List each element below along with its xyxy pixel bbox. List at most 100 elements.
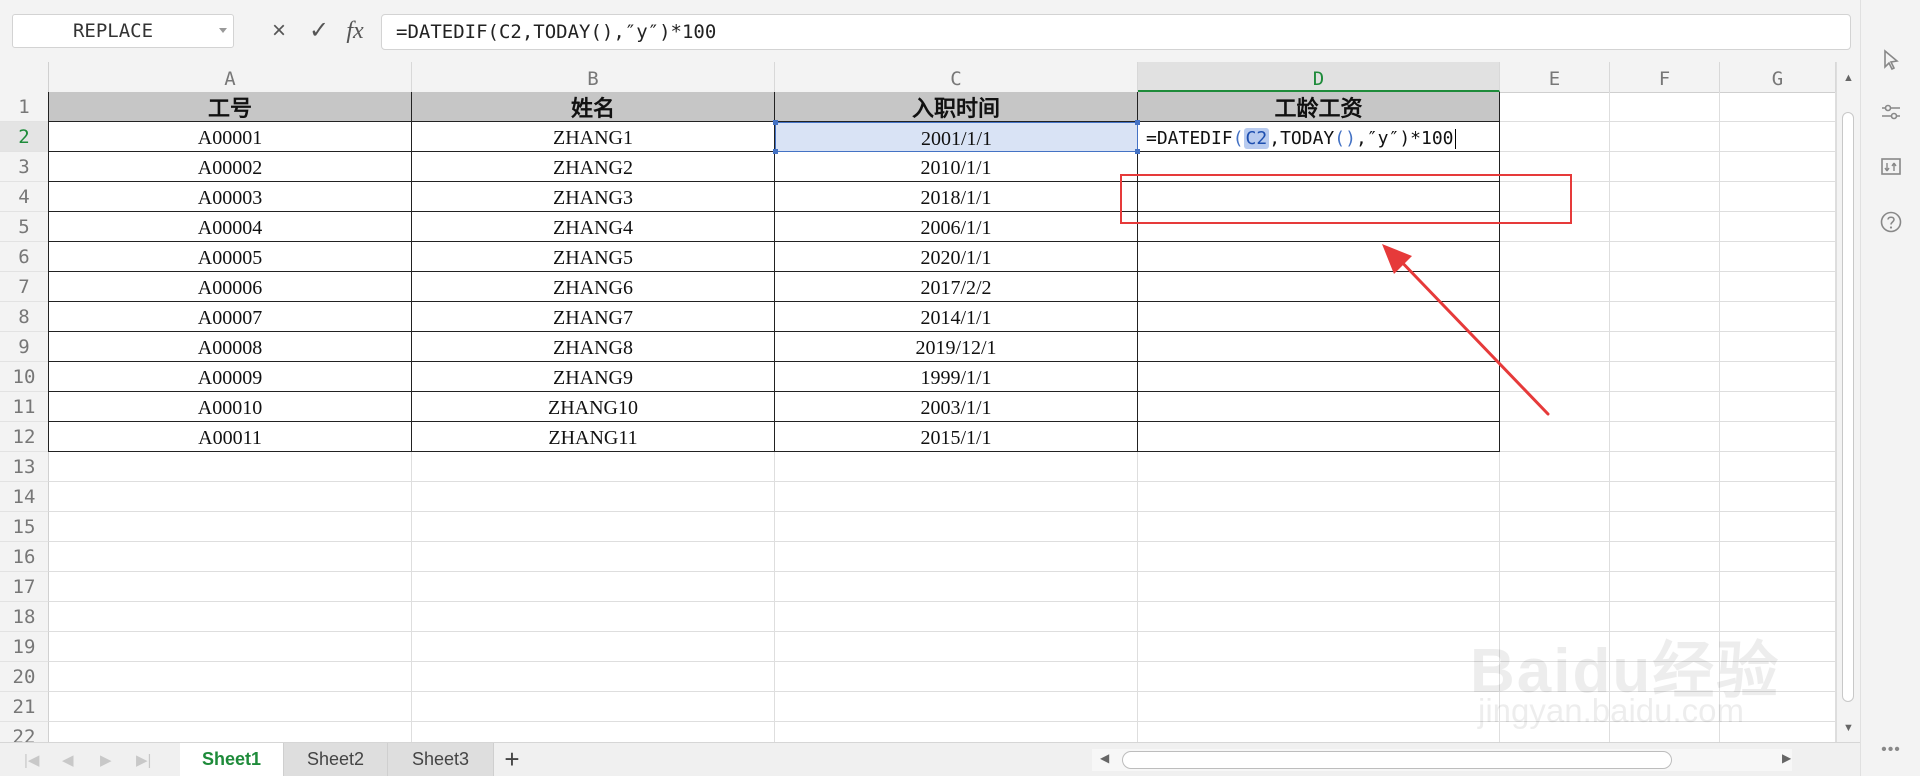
table-cell[interactable]: ZHANG8 [412, 332, 775, 362]
table-cell[interactable]: 2020/1/1 [775, 242, 1138, 272]
table-cell[interactable]: ZHANG4 [412, 212, 775, 242]
row-header-11[interactable]: 11 [0, 392, 49, 422]
row-header-22[interactable]: 22 [0, 722, 49, 742]
more-icon[interactable]: ••• [1877, 736, 1905, 764]
table-cell[interactable]: ZHANG1 [412, 122, 775, 152]
row-header-18[interactable]: 18 [0, 602, 49, 632]
select-all-corner[interactable] [0, 62, 49, 92]
selection-handle[interactable] [773, 120, 778, 125]
vertical-scrollbar[interactable]: ▲ ▼ [1836, 62, 1860, 742]
table-cell[interactable]: A00005 [49, 242, 412, 272]
row-header-7[interactable]: 7 [0, 272, 49, 302]
row-header-9[interactable]: 9 [0, 332, 49, 362]
table-cell[interactable]: A00001 [49, 122, 412, 152]
table-header-cell[interactable]: 工号 [49, 92, 412, 122]
selection-handle[interactable] [1135, 149, 1140, 154]
fx-icon[interactable]: fx [340, 14, 370, 48]
table-cell[interactable]: 1999/1/1 [775, 362, 1138, 392]
scroll-right-icon[interactable]: ▶ [1782, 751, 1791, 765]
row-header-4[interactable]: 4 [0, 182, 49, 212]
row-header-6[interactable]: 6 [0, 242, 49, 272]
first-sheet-icon[interactable]: |◀ [24, 751, 39, 769]
scroll-left-icon[interactable]: ◀ [1100, 751, 1109, 765]
horizontal-scroll-thumb[interactable] [1122, 751, 1672, 769]
row-header-20[interactable]: 20 [0, 662, 49, 692]
table-cell[interactable]: A00002 [49, 152, 412, 182]
last-sheet-icon[interactable]: ▶| [136, 751, 151, 769]
column-header-c[interactable]: C [775, 62, 1138, 92]
enter-icon[interactable]: ✓ [304, 14, 334, 48]
chevron-down-icon[interactable] [219, 28, 227, 33]
table-cell[interactable]: A00011 [49, 422, 412, 452]
table-cell[interactable]: A00007 [49, 302, 412, 332]
cancel-icon[interactable]: × [264, 14, 294, 48]
row-header-5[interactable]: 5 [0, 212, 49, 242]
name-box[interactable]: REPLACE [12, 14, 234, 48]
row-header-19[interactable]: 19 [0, 632, 49, 662]
add-sheet-button[interactable]: + [496, 743, 528, 776]
row-header-14[interactable]: 14 [0, 482, 49, 512]
horizontal-scrollbar[interactable]: ◀ ▶ [1092, 749, 1792, 771]
table-cell[interactable]: 2003/1/1 [775, 392, 1138, 422]
table-cell[interactable]: 2001/1/1 [775, 122, 1138, 152]
table-cell[interactable]: ZHANG6 [412, 272, 775, 302]
table-header-cell[interactable]: 入职时间 [775, 92, 1138, 122]
formula-input[interactable]: =DATEDIF(C2,TODAY(),″y″)*100 [381, 14, 1851, 50]
row-header-21[interactable]: 21 [0, 692, 49, 722]
selection-handle[interactable] [1135, 120, 1140, 125]
column-header-a[interactable]: A [49, 62, 412, 92]
row-header-17[interactable]: 17 [0, 572, 49, 602]
table-cell[interactable]: 2014/1/1 [775, 302, 1138, 332]
row-header-12[interactable]: 12 [0, 422, 49, 452]
table-cell[interactable]: 2018/1/1 [775, 182, 1138, 212]
arrange-icon[interactable] [1877, 154, 1905, 182]
table-cell[interactable]: ZHANG2 [412, 152, 775, 182]
prev-sheet-icon[interactable]: ◀ [62, 751, 74, 769]
row-header-3[interactable]: 3 [0, 152, 49, 182]
selection-handle[interactable] [773, 149, 778, 154]
row-header-10[interactable]: 10 [0, 362, 49, 392]
row-header-2[interactable]: 2 [0, 122, 49, 152]
table-cell[interactable]: A00010 [49, 392, 412, 422]
table-cell[interactable]: A00004 [49, 212, 412, 242]
row-header-16[interactable]: 16 [0, 542, 49, 572]
table-header-cell[interactable]: 工龄工资 [1138, 92, 1500, 122]
column-header-f[interactable]: F [1610, 62, 1720, 92]
row-header-15[interactable]: 15 [0, 512, 49, 542]
column-header-e[interactable]: E [1500, 62, 1610, 92]
table-cell[interactable]: 2010/1/1 [775, 152, 1138, 182]
table-cell[interactable]: A00008 [49, 332, 412, 362]
table-cell[interactable]: 2006/1/1 [775, 212, 1138, 242]
spreadsheet-grid[interactable]: ABCDEFG 1 2 3 4 5 6 7 8 9 10 11 12 13 14 15 16 17 18 19 20 2… [0, 62, 1860, 742]
help-icon[interactable] [1877, 210, 1905, 238]
table-header-cell[interactable]: 姓名 [412, 92, 775, 122]
row-header-13[interactable]: 13 [0, 452, 49, 482]
table-cell[interactable]: A00009 [49, 362, 412, 392]
column-header-b[interactable]: B [412, 62, 775, 92]
table-cell[interactable]: A00003 [49, 182, 412, 212]
tab-sheet1[interactable]: Sheet1 [180, 743, 284, 776]
settings-sliders-icon[interactable] [1877, 100, 1905, 128]
column-header-d[interactable]: D [1138, 62, 1500, 92]
tab-sheet3[interactable]: Sheet3 [388, 743, 494, 776]
table-cell[interactable]: 2019/12/1 [775, 332, 1138, 362]
column-header-g[interactable]: G [1720, 62, 1836, 92]
editing-cell-d2[interactable]: =DATEDIF(C2 ,TODAY(),″y″)*100 [1138, 122, 1500, 152]
table-cell[interactable]: ZHANG10 [412, 392, 775, 422]
table-cell[interactable]: 2017/2/2 [775, 272, 1138, 302]
vertical-scroll-thumb[interactable] [1842, 112, 1854, 702]
scroll-up-icon[interactable]: ▲ [1843, 72, 1854, 84]
tab-sheet2[interactable]: Sheet2 [284, 743, 388, 776]
table-cell[interactable]: ZHANG11 [412, 422, 775, 452]
row-header-8[interactable]: 8 [0, 302, 49, 332]
table-cell-empty[interactable] [1138, 422, 1500, 452]
table-cell[interactable]: ZHANG3 [412, 182, 775, 212]
table-cell[interactable]: ZHANG5 [412, 242, 775, 272]
table-cell[interactable]: ZHANG9 [412, 362, 775, 392]
row-header-1[interactable]: 1 [0, 92, 49, 122]
table-cell[interactable]: A00006 [49, 272, 412, 302]
select-icon[interactable] [1877, 48, 1905, 76]
table-cell[interactable]: 2015/1/1 [775, 422, 1138, 452]
next-sheet-icon[interactable]: ▶ [100, 751, 112, 769]
table-cell[interactable]: ZHANG7 [412, 302, 775, 332]
